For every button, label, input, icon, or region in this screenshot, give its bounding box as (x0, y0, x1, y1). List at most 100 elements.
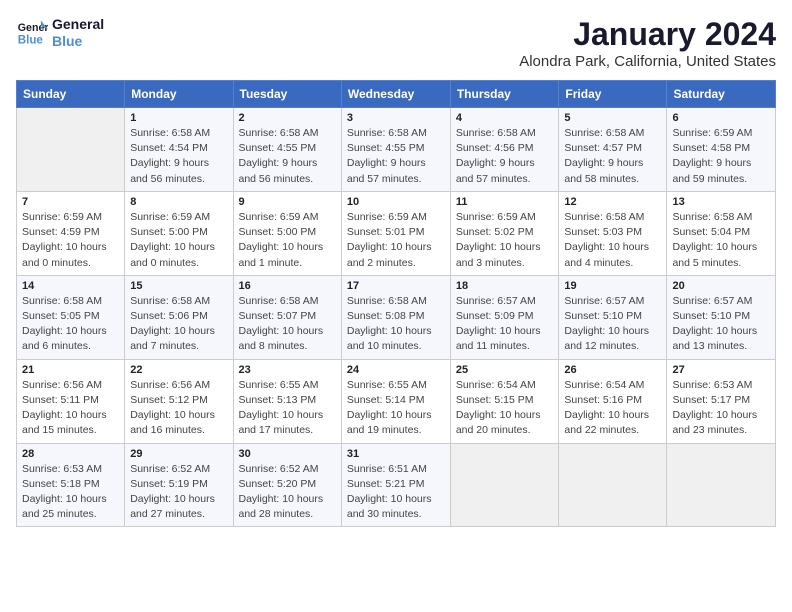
day-info: Sunrise: 6:58 AMSunset: 5:04 PMDaylight:… (672, 210, 770, 271)
svg-text:Blue: Blue (18, 34, 44, 46)
weekday-header-saturday: Saturday (667, 81, 776, 108)
calendar-cell: 23Sunrise: 6:55 AMSunset: 5:13 PMDayligh… (233, 359, 341, 443)
calendar-cell: 31 Sunrise: 6:51 AMSunset: 5:21 PMDayligh… (341, 443, 450, 527)
calendar-table: SundayMondayTuesdayWednesdayThursdayFrid… (16, 80, 776, 527)
day-number: 22 (130, 364, 227, 376)
calendar-cell: 25Sunrise: 6:54 AMSunset: 5:15 PMDayligh… (450, 359, 559, 443)
day-number: 6 (672, 112, 770, 124)
calendar-cell: 10Sunrise: 6:59 AMSunset: 5:01 PMDayligh… (341, 191, 450, 275)
day-number: 28 (22, 448, 119, 460)
day-info: Sunrise: 6:58 AMSunset: 4:57 PMDaylight:… (564, 126, 661, 187)
day-info: Sunrise: 6:56 AMSunset: 5:12 PMDaylight:… (130, 378, 227, 439)
calendar-week-2: 7 Sunrise: 6:59 AMSunset: 4:59 PMDaylight… (17, 191, 776, 275)
day-number: 27 (672, 364, 770, 376)
calendar-cell: 29Sunrise: 6:52 AMSunset: 5:19 PMDayligh… (125, 443, 233, 527)
location-title: Alondra Park, California, United States (519, 53, 776, 70)
calendar-cell: 2 Sunrise: 6:58 AMSunset: 4:55 PMDaylight… (233, 108, 341, 192)
calendar-cell: 9 Sunrise: 6:59 AMSunset: 5:00 PMDaylight… (233, 191, 341, 275)
calendar-cell: 8Sunrise: 6:59 AMSunset: 5:00 PMDaylight… (125, 191, 233, 275)
day-info: Sunrise: 6:58 AMSunset: 5:07 PMDaylight:… (239, 294, 336, 355)
day-number: 8 (130, 196, 227, 208)
calendar-cell (450, 443, 559, 527)
calendar-week-5: 28 Sunrise: 6:53 AMSunset: 5:18 PMDayligh… (17, 443, 776, 527)
calendar-cell: 17 Sunrise: 6:58 AMSunset: 5:08 PMDayligh… (341, 275, 450, 359)
day-number: 16 (239, 280, 336, 292)
calendar-cell: 30Sunrise: 6:52 AMSunset: 5:20 PMDayligh… (233, 443, 341, 527)
day-number: 7 (22, 196, 119, 208)
day-info: Sunrise: 6:58 AMSunset: 4:55 PMDaylight:… (239, 126, 336, 187)
weekday-header-sunday: Sunday (17, 81, 125, 108)
calendar-cell (667, 443, 776, 527)
calendar-cell: 7 Sunrise: 6:59 AMSunset: 4:59 PMDaylight… (17, 191, 125, 275)
day-info: Sunrise: 6:53 AMSunset: 5:18 PMDaylight:… (22, 462, 119, 523)
day-number: 5 (564, 112, 661, 124)
calendar-cell: 28 Sunrise: 6:53 AMSunset: 5:18 PMDayligh… (17, 443, 125, 527)
logo-blue: Blue (52, 33, 104, 50)
day-number: 17 (347, 280, 445, 292)
weekday-header-friday: Friday (559, 81, 667, 108)
day-info: Sunrise: 6:57 AMSunset: 5:10 PMDaylight:… (564, 294, 661, 355)
day-number: 24 (347, 364, 445, 376)
day-info: Sunrise: 6:51 AMSunset: 5:21 PMDaylight:… (347, 462, 445, 523)
day-number: 31 (347, 448, 445, 460)
day-info: Sunrise: 6:58 AMSunset: 4:54 PMDaylight:… (130, 126, 227, 187)
day-info: Sunrise: 6:54 AMSunset: 5:16 PMDaylight:… (564, 378, 661, 439)
day-number: 19 (564, 280, 661, 292)
calendar-cell: 11 Sunrise: 6:59 AMSunset: 5:02 PMDayligh… (450, 191, 559, 275)
day-number: 13 (672, 196, 770, 208)
calendar-cell (17, 108, 125, 192)
day-number: 1 (130, 112, 227, 124)
calendar-week-3: 14Sunrise: 6:58 AMSunset: 5:05 PMDayligh… (17, 275, 776, 359)
day-info: Sunrise: 6:58 AMSunset: 5:06 PMDaylight:… (130, 294, 227, 355)
logo-icon: General Blue (16, 17, 48, 49)
day-number: 25 (456, 364, 554, 376)
day-info: Sunrise: 6:55 AMSunset: 5:14 PMDaylight:… (347, 378, 445, 439)
day-number: 4 (456, 112, 554, 124)
day-number: 11 (456, 196, 554, 208)
weekday-header-wednesday: Wednesday (341, 81, 450, 108)
weekday-header-tuesday: Tuesday (233, 81, 341, 108)
weekday-header-row: SundayMondayTuesdayWednesdayThursdayFrid… (17, 81, 776, 108)
calendar-cell: 3 Sunrise: 6:58 AMSunset: 4:55 PMDaylight… (341, 108, 450, 192)
day-number: 29 (130, 448, 227, 460)
title-block: January 2024 Alondra Park, California, U… (519, 16, 776, 70)
calendar-cell: 20Sunrise: 6:57 AMSunset: 5:10 PMDayligh… (667, 275, 776, 359)
calendar-cell: 14Sunrise: 6:58 AMSunset: 5:05 PMDayligh… (17, 275, 125, 359)
day-info: Sunrise: 6:58 AMSunset: 5:05 PMDaylight:… (22, 294, 119, 355)
day-info: Sunrise: 6:58 AMSunset: 5:03 PMDaylight:… (564, 210, 661, 271)
calendar-cell: 1 Sunrise: 6:58 AMSunset: 4:54 PMDaylight… (125, 108, 233, 192)
day-info: Sunrise: 6:59 AMSunset: 5:00 PMDaylight:… (239, 210, 336, 271)
calendar-cell: 4Sunrise: 6:58 AMSunset: 4:56 PMDaylight… (450, 108, 559, 192)
calendar-cell: 21 Sunrise: 6:56 AMSunset: 5:11 PMDayligh… (17, 359, 125, 443)
day-info: Sunrise: 6:56 AMSunset: 5:11 PMDaylight:… (22, 378, 119, 439)
day-number: 12 (564, 196, 661, 208)
day-info: Sunrise: 6:59 AMSunset: 4:58 PMDaylight:… (672, 126, 770, 187)
day-number: 21 (22, 364, 119, 376)
calendar-cell: 15 Sunrise: 6:58 AMSunset: 5:06 PMDayligh… (125, 275, 233, 359)
logo: General Blue General Blue (16, 16, 104, 50)
calendar-cell: 13 Sunrise: 6:58 AMSunset: 5:04 PMDayligh… (667, 191, 776, 275)
calendar-cell (559, 443, 667, 527)
day-number: 26 (564, 364, 661, 376)
weekday-header-thursday: Thursday (450, 81, 559, 108)
day-number: 18 (456, 280, 554, 292)
day-number: 2 (239, 112, 336, 124)
calendar-cell: 16 Sunrise: 6:58 AMSunset: 5:07 PMDayligh… (233, 275, 341, 359)
day-number: 20 (672, 280, 770, 292)
calendar-cell: 5 Sunrise: 6:58 AMSunset: 4:57 PMDaylight… (559, 108, 667, 192)
day-number: 9 (239, 196, 336, 208)
calendar-cell: 6 Sunrise: 6:59 AMSunset: 4:58 PMDaylight… (667, 108, 776, 192)
calendar-body: 1 Sunrise: 6:58 AMSunset: 4:54 PMDaylight… (17, 108, 776, 527)
day-info: Sunrise: 6:58 AMSunset: 5:08 PMDaylight:… (347, 294, 445, 355)
day-number: 3 (347, 112, 445, 124)
day-number: 30 (239, 448, 336, 460)
calendar-week-1: 1 Sunrise: 6:58 AMSunset: 4:54 PMDaylight… (17, 108, 776, 192)
day-info: Sunrise: 6:59 AMSunset: 5:02 PMDaylight:… (456, 210, 554, 271)
day-number: 15 (130, 280, 227, 292)
calendar-cell: 12 Sunrise: 6:58 AMSunset: 5:03 PMDayligh… (559, 191, 667, 275)
month-title: January 2024 (519, 16, 776, 53)
day-info: Sunrise: 6:57 AMSunset: 5:09 PMDaylight:… (456, 294, 554, 355)
day-info: Sunrise: 6:59 AMSunset: 4:59 PMDaylight:… (22, 210, 119, 271)
day-info: Sunrise: 6:59 AMSunset: 5:01 PMDaylight:… (347, 210, 445, 271)
day-info: Sunrise: 6:58 AMSunset: 4:55 PMDaylight:… (347, 126, 445, 187)
